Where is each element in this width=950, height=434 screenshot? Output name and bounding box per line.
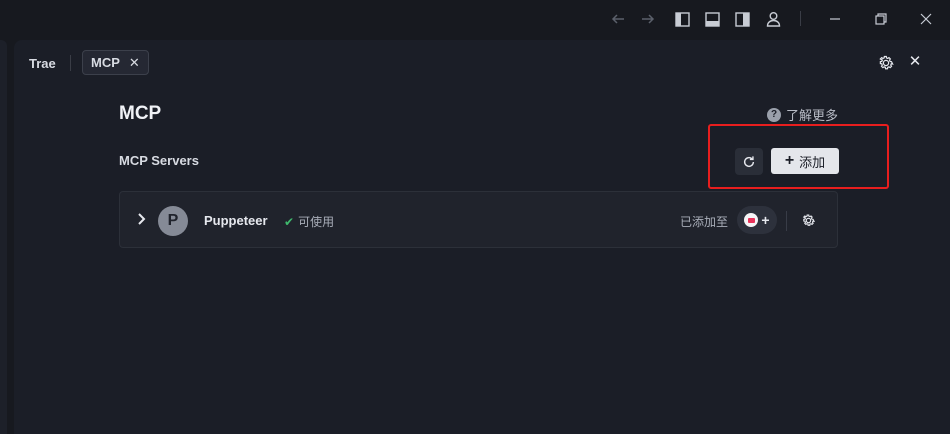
added-to-label: 已添加至	[680, 215, 729, 229]
close-icon[interactable]	[916, 9, 936, 29]
section-title: MCP Servers	[119, 153, 199, 168]
forward-arrow-icon[interactable]	[638, 9, 658, 29]
tab-divider	[70, 55, 71, 71]
server-name: Puppeteer	[204, 213, 268, 228]
learn-more-link[interactable]: ? 了解更多	[767, 105, 838, 124]
titlebar-divider	[800, 11, 801, 26]
title-bar	[0, 0, 950, 38]
server-row-puppeteer[interactable]: P Puppeteer ✔ 可使用 已添加至 +	[119, 191, 838, 248]
plus-icon: +	[761, 212, 770, 228]
account-icon[interactable]	[763, 9, 783, 29]
learn-more-label: 了解更多	[786, 108, 839, 123]
page-title: MCP	[119, 103, 162, 124]
minimize-icon[interactable]	[825, 9, 845, 29]
back-arrow-icon[interactable]	[608, 9, 628, 29]
tab-label: MCP	[91, 55, 120, 70]
server-settings-gear-icon[interactable]	[801, 213, 816, 228]
card-divider	[786, 211, 787, 231]
tab-mcp[interactable]: MCP ✕	[82, 50, 149, 75]
tab-label: Trae	[29, 55, 56, 71]
check-icon: ✔	[284, 214, 295, 229]
mcp-panel: Trae MCP ✕ ✕ MCP ? 了解更多 MCP Servers + 添加…	[14, 40, 950, 434]
chevron-right-icon[interactable]	[136, 211, 148, 227]
help-icon: ?	[767, 107, 781, 122]
add-to-agent-button[interactable]: +	[737, 206, 777, 234]
agent-logo-icon	[744, 213, 759, 227]
highlight-box	[708, 124, 889, 189]
tab-trae[interactable]: Trae	[29, 50, 56, 76]
status-label: 可使用	[298, 215, 335, 229]
left-panel-edge	[0, 40, 7, 434]
sidebar-left-icon[interactable]	[672, 9, 692, 29]
close-panel-icon[interactable]: ✕	[907, 53, 923, 71]
server-avatar: P	[158, 206, 188, 236]
server-status: ✔ 可使用	[284, 213, 334, 230]
panel-bottom-icon[interactable]	[702, 9, 722, 29]
restore-icon[interactable]	[871, 9, 891, 29]
settings-gear-icon[interactable]	[877, 54, 895, 72]
tab-close-icon[interactable]: ✕	[129, 55, 140, 71]
sidebar-right-icon[interactable]	[732, 9, 752, 29]
